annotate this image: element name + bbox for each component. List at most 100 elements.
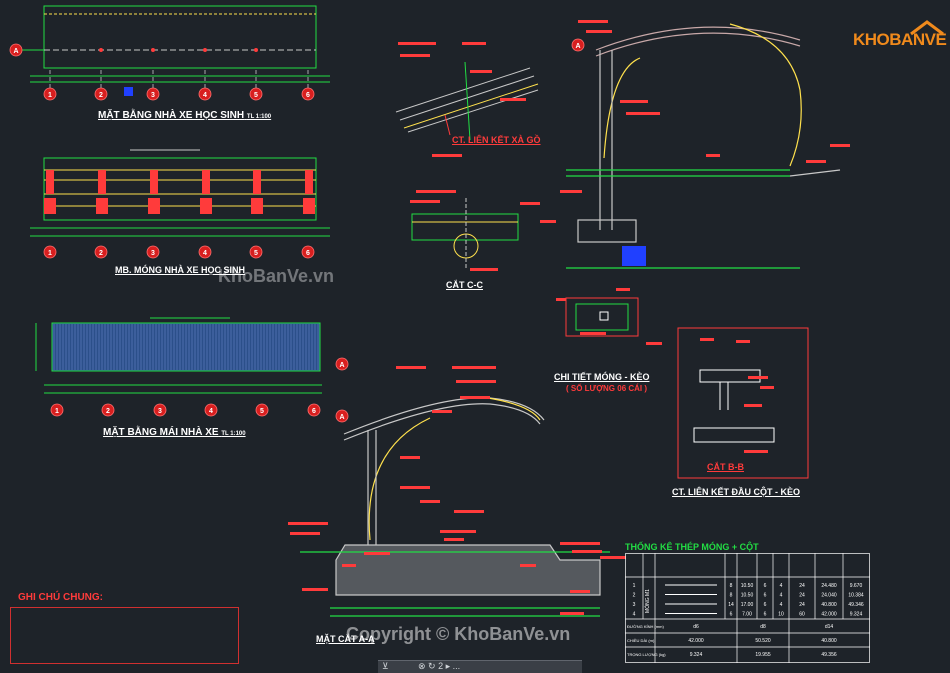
table-cell: 8 [730,593,733,599]
dimension-tag [416,190,456,193]
dimension-tag [806,160,826,163]
table-cell: 24 [799,602,805,608]
dimension-tag [540,220,556,223]
table-cell: 10.384 [848,593,864,599]
table-cell: 9.670 [850,583,863,589]
dimension-tag [290,532,320,535]
axis-label: 1 [48,250,52,257]
table-cell: 6 [730,612,733,618]
table-footer-cell: 19.955 [755,652,771,658]
dimension-tag [400,54,430,57]
table-footer-cell: TRỌNG LƯỢNG (kg) [627,652,666,657]
table-footer-cell: d6 [693,624,699,630]
dimension-tag [432,410,452,413]
dimension-tag [470,70,492,73]
axis-label: 4 [203,92,207,99]
table-footer-cell: CHIỀU DÀI (m) [627,638,655,643]
dimension-tag [744,404,762,407]
dimension-tag [410,200,440,203]
status-right[interactable]: ⊗ ↻ 2 ▸ ... [418,661,460,672]
dimension-tag [460,396,490,399]
table-cell: 6 [764,612,767,618]
dimension-tag [444,538,464,541]
row-label: A [339,362,344,369]
table-footer-cell: d8 [760,624,766,630]
dimension-tag [560,612,584,615]
axis-label: 2 [99,92,103,99]
axis-label: 5 [254,92,258,99]
axis-label: 3 [158,408,162,415]
table-footer-cell: 50.520 [755,638,771,644]
table-cell: 6 [764,602,767,608]
axis-label: 6 [312,408,316,415]
table-cell: 6 [764,583,767,589]
table-cell: 8 [730,583,733,589]
status-left[interactable]: ⊻ [382,661,389,672]
table-footer-cell: 40.800 [821,638,837,644]
dimension-tag [288,522,328,525]
dimension-tag [396,366,426,369]
title-foundation-detail: CHI TIẾT MÓNG - KÈO [554,372,650,382]
dimension-tag [520,564,536,567]
title-purlin: CT. LIÊN KẾT XÀ GỒ [452,135,541,145]
dimension-tag [400,486,430,489]
dimension-tag [700,338,714,341]
table-cell: 10.50 [741,593,754,599]
dimension-tag [364,552,390,555]
table-cell: 4 [780,602,783,608]
axis-label: 5 [260,408,264,415]
table-cell: 3 [633,602,636,608]
row-label: A [339,414,344,421]
axis-label: 2 [99,250,103,257]
dimension-tag [556,298,566,301]
table-cell: 14 [728,602,734,608]
table-cell: 24.040 [821,593,837,599]
table-cell: 49.346 [848,602,864,608]
table-cell: 10.50 [741,583,754,589]
dimension-tag [440,530,476,533]
table-cell: 4 [780,583,783,589]
dimension-tag [520,202,540,205]
dimension-tag [586,30,612,33]
axis-label: 3 [151,92,155,99]
dimension-tag [736,340,750,343]
table-cell: 4 [780,593,783,599]
watermark-center: KhoBanVe.vn [218,266,335,286]
table-cell: 17.00 [741,602,754,608]
watermark-bottom: Copyright © KhoBanVe.vn [346,624,571,644]
table-cell: 1 [633,583,636,589]
dimension-tag [462,42,486,45]
row-label: A [575,43,580,50]
table-title: THỐNG KÊ THÉP MÓNG + CỘT [625,542,759,552]
table-cell: 7.00 [742,612,752,618]
table-cell: 2 [633,593,636,599]
dimension-tag [500,98,526,101]
dimension-tag [626,112,660,115]
dimension-tag [560,542,600,545]
dimension-tag [600,556,626,559]
dimension-tag [570,590,590,593]
dimension-tag [572,550,602,553]
table-footer-cell: 49.356 [821,652,837,658]
table-cell: 42.000 [821,612,837,618]
dimension-tag [342,564,356,567]
title-column-joint: CT. LIÊN KẾT ĐẦU CỘT - KÈO [672,487,800,497]
axis-label: 2 [106,408,110,415]
dimension-tag [744,450,768,453]
dimension-tag [398,42,436,45]
steel-schedule-table: MÓNG M1 1 8 10.50 6 4 24 24.480 9.670 2 8 10.50 6 4 24… [625,553,870,663]
status-bar[interactable]: ⊻ ⊗ ↻ 2 ▸ ... [378,660,582,673]
table-cell: 24.480 [821,583,837,589]
table-cell: 40.800 [821,602,837,608]
dimension-tag [706,154,720,157]
dimension-tag [452,366,496,369]
dimension-tag [580,332,606,335]
table-cell: 4 [633,612,636,618]
axis-label: 3 [151,250,155,257]
title-roof: MẶT BẰNG MÁI NHÀ XE TL 1:100 [103,427,246,438]
table-footer-cell: d14 [825,624,834,630]
dimension-tag [432,154,462,157]
site-logo[interactable]: KHOBANVE [853,20,947,58]
table-cell: 9.324 [850,612,863,618]
dimension-tag [748,376,768,379]
